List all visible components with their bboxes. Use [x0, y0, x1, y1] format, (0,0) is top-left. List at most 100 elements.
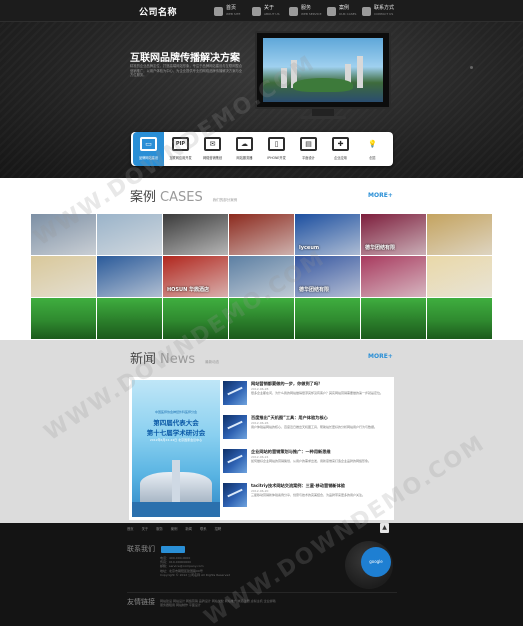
news-thumbnail [223, 415, 247, 439]
news-heading: 新闻 News 最新动态 [130, 348, 219, 367]
service-bar: ▭ 品牌网站建设 PIP 互联网应用开发 ✉ 网络营销策划 ☁ 网站服务器 ▯ … [131, 132, 393, 166]
case-tile[interactable] [427, 298, 492, 339]
nav-sublabel: WEB SERVICE [301, 12, 322, 16]
case-tile[interactable] [361, 298, 426, 339]
case-tile-label: 德华团结有限 [299, 287, 330, 293]
footer-link[interactable]: 关于 [142, 526, 149, 531]
news-thumbnail [223, 483, 247, 507]
cases-subtitle: 我们的部分案例 [212, 198, 238, 202]
news-item[interactable]: tacitriy技术网站交流案例：三星·移动营销新体验 2012-06-20 三… [223, 481, 391, 513]
bulb-icon: 💡 [368, 140, 377, 148]
case-tile[interactable] [229, 256, 294, 297]
service-label: 网络营销策划 [202, 156, 223, 160]
case-tile[interactable]: lyceum [295, 214, 360, 255]
friend-link-line[interactable]: 服务器租用 网站制作 平面设计 [160, 603, 400, 607]
contact-badge [161, 546, 185, 553]
news-item[interactable]: 企业网站的营销策划与推广：一种用新思维 2012-06-24 如何做好企业网站的… [223, 447, 391, 479]
nav-item-about[interactable]: 关于 ABOUT US [252, 3, 280, 19]
news-item[interactable]: 网站营销都要做的一步，你做到了吗？ 2012-06-28 很多企业都在问，为什么… [223, 379, 391, 411]
site-logo[interactable]: 公司名称 [139, 5, 177, 18]
news-thumbnail [223, 449, 247, 473]
footer-link[interactable]: 首页 [127, 526, 134, 531]
service-item[interactable]: ▯ IPHONE开发 [261, 132, 292, 166]
service-label: 创意 [369, 156, 376, 160]
case-tile[interactable] [229, 298, 294, 339]
footer-link[interactable]: 招聘 [215, 526, 222, 531]
news-card: 中国医师协会神经外科医师分会 第四届代表大会 第十七届学术研讨会 2012年6月… [129, 377, 394, 520]
footer-link[interactable]: 联系 [200, 526, 207, 531]
news-summary: 很多企业都在问，为什么我的网站做得很漂亮却没有客户？其实网站营销需要做的第一步就… [251, 391, 384, 395]
service-item[interactable]: ▭ 品牌网站建设 [133, 132, 164, 166]
case-tile[interactable]: 德华团结有限 [295, 256, 360, 297]
case-tile[interactable] [97, 214, 162, 255]
case-tile[interactable] [229, 214, 294, 255]
news-poster[interactable]: 中国医师协会神经外科医师分会 第四届代表大会 第十七届学术研讨会 2012年6月… [132, 380, 220, 517]
contact-info: 电话：400-000-0000 传真：010-00000000 邮箱：servi… [160, 556, 320, 577]
monitor-image [255, 31, 391, 109]
case-tile[interactable] [427, 214, 492, 255]
news-summary: 如何做好企业网站的营销策划，从用户的需求出发，用新思维来打造企业品牌的网络形象。 [251, 459, 372, 463]
nav-sublabel: ABOUT US [264, 12, 280, 16]
contact-line: Copyright © 2012 公司名称 All Rights Reserve… [160, 572, 231, 577]
cases-grid: lyceum 德华团结有限 HOSUN 华鼎酒店 德华团结有限 [31, 214, 493, 339]
case-tile[interactable] [361, 256, 426, 297]
news-subtitle: 最新动态 [205, 360, 220, 364]
footer-link[interactable]: 新闻 [185, 526, 192, 531]
footer-link[interactable]: 案例 [171, 526, 178, 531]
service-item[interactable]: ▤ 平面设计 [293, 132, 324, 166]
service-item[interactable]: PIP 互联网应用开发 [165, 132, 196, 166]
service-label: 互联网应用开发 [169, 156, 192, 160]
case-tile[interactable]: HOSUN 华鼎酒店 [163, 256, 228, 297]
poster-line: 第十七届学术研讨会 [146, 429, 206, 437]
monitor-icon: ▭ [140, 137, 157, 151]
service-item[interactable]: ✚ 企业应用 [325, 132, 356, 166]
nav-item-cases[interactable]: 案例 OUR CASES [327, 3, 356, 19]
monitor-screen [263, 38, 383, 102]
top-navigation: 公司名称 首页 WEB SITE 关于 ABOUT US 服务 WEB SERVICE… [0, 0, 523, 22]
plus-grid-icon: ✚ [332, 137, 349, 151]
friend-links: 网站建设 网站设计 网络营销 品牌设计 网站优化 网站推广 域名注册 虚拟主机 … [160, 599, 400, 607]
service-item[interactable]: ☁ 网站服务器 [229, 132, 260, 166]
case-tile[interactable] [295, 298, 360, 339]
poster-line: 中国医师协会神经外科医师分会 [154, 410, 197, 414]
footer-links: 首页 关于 服务 案例 新闻 联系 招聘 [127, 526, 221, 531]
service-item[interactable]: ✉ 网络营销策划 [197, 132, 228, 166]
nav-sublabel: WEB SITE [226, 12, 241, 16]
nav-sublabel: CONTACT US [374, 12, 394, 16]
case-tile[interactable] [97, 256, 162, 297]
service-item[interactable]: 💡 创意 [357, 132, 388, 166]
nav-item-home[interactable]: 首页 WEB SITE [214, 3, 240, 19]
chat-icon: ✉ [204, 137, 221, 151]
case-tile[interactable] [163, 214, 228, 255]
service-label: 企业应用 [334, 156, 347, 160]
news-more-link[interactable]: MORE+ [368, 353, 393, 360]
nav-item-service[interactable]: 服务 WEB SERVICE [289, 3, 322, 19]
news-item[interactable]: 百度推出“天机图”工具：用户体验为核心 2012-06-26 用户体验是网站的核… [223, 413, 391, 445]
service-icon [289, 6, 298, 16]
service-label: 网站服务器 [236, 156, 253, 160]
case-tile[interactable] [427, 256, 492, 297]
cases-more-link[interactable]: MORE+ [368, 192, 393, 199]
footer: 首页 关于 服务 案例 新闻 联系 招聘 ▲ 联系我们 电话：400-000-0… [0, 523, 523, 626]
case-tile[interactable] [31, 214, 96, 255]
case-tile[interactable] [31, 256, 96, 297]
map-pin-icon[interactable]: google [361, 547, 391, 577]
poster-line: 第四届代表大会 [153, 419, 199, 427]
case-tile[interactable] [163, 298, 228, 339]
case-tile[interactable]: 德华团结有限 [361, 214, 426, 255]
case-tile-label: lyceum [299, 245, 320, 251]
card-icon: ▤ [300, 137, 317, 151]
cases-title-en: CASES [160, 190, 203, 205]
case-tile[interactable] [31, 298, 96, 339]
slide-dot[interactable] [470, 66, 473, 69]
footer-link[interactable]: 服务 [156, 526, 163, 531]
case-tile[interactable] [97, 298, 162, 339]
user-icon [252, 6, 261, 16]
nav-item-contact[interactable]: 联系方式 CONTACT US [362, 3, 394, 19]
service-label: IPHONE开发 [267, 156, 286, 160]
back-to-top-button[interactable]: ▲ [380, 523, 389, 533]
news-summary: 用户体验是网站的核心，百度近日推出天机图工具，帮助站长更好的分析网站用户行为与数… [251, 425, 378, 429]
news-summary: 三星移动营销新体验案例分享，创意与技术的完美结合，为品牌带来更多的用户关注。 [251, 493, 366, 497]
friend-links-title: 友情链接 [127, 598, 155, 606]
poster-tower [172, 460, 180, 502]
